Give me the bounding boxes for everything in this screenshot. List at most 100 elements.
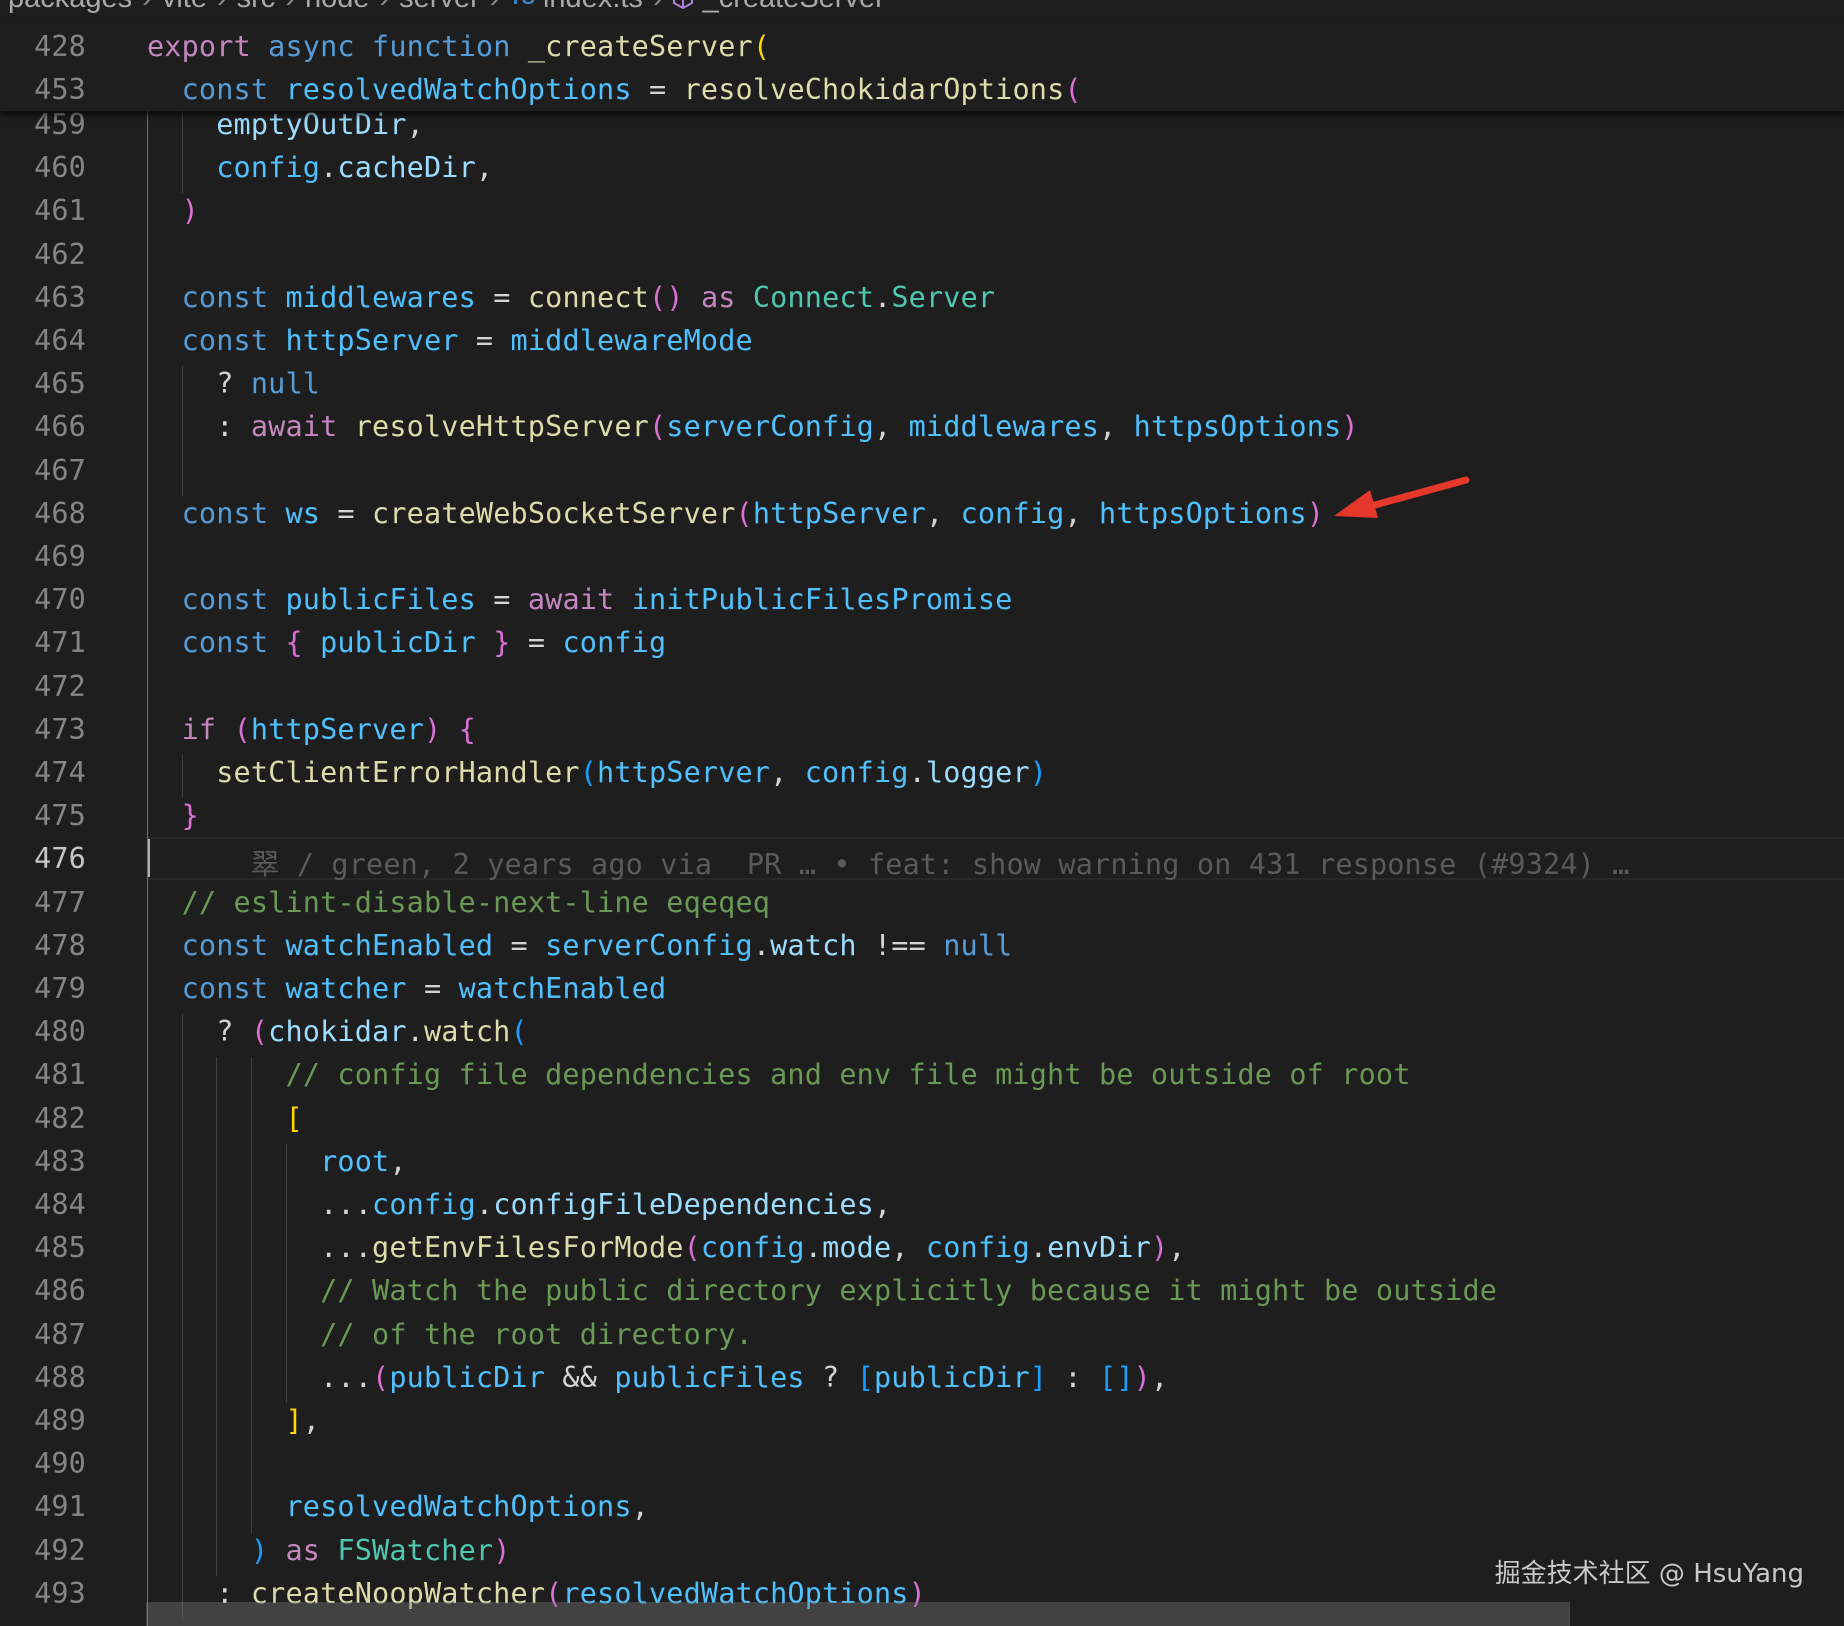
code-token: = bbox=[493, 928, 546, 962]
line-number[interactable]: 487 bbox=[0, 1318, 86, 1351]
line-number[interactable]: 472 bbox=[0, 670, 86, 703]
code-line[interactable]: 460 config.cacheDir, bbox=[0, 146, 1844, 189]
code-token: watch bbox=[770, 928, 857, 962]
code-line[interactable]: 490 bbox=[0, 1442, 1844, 1485]
line-number[interactable]: 474 bbox=[0, 756, 86, 789]
line-number[interactable]: 467 bbox=[0, 454, 86, 487]
line-number[interactable]: 484 bbox=[0, 1188, 86, 1221]
line-number[interactable]: 490 bbox=[0, 1447, 86, 1480]
line-number[interactable]: 466 bbox=[0, 410, 86, 443]
code-token: , bbox=[873, 1188, 892, 1221]
line-number[interactable]: 473 bbox=[0, 713, 86, 746]
code-line[interactable]: 483 root, bbox=[0, 1140, 1844, 1183]
line-number[interactable]: 476 bbox=[0, 842, 86, 875]
line-number[interactable]: 468 bbox=[0, 497, 86, 530]
code-token: serverConfig bbox=[666, 410, 874, 444]
code-token: // eslint-disable-next-line eqeqeq bbox=[181, 885, 771, 919]
code-line[interactable]: 478 const watchEnabled = serverConfig.wa… bbox=[0, 924, 1844, 967]
code-line[interactable]: 467 bbox=[0, 449, 1844, 492]
line-number[interactable]: 428 bbox=[0, 30, 86, 63]
code-token: !== bbox=[856, 928, 944, 962]
code-line[interactable]: 453 const resolvedWatchOptions = resolve… bbox=[0, 68, 1844, 111]
code-line[interactable]: 465 ? null bbox=[0, 362, 1844, 405]
code-line[interactable]: 488 ...(publicDir && publicFiles ? [publ… bbox=[0, 1356, 1844, 1399]
sticky-scroll-header[interactable]: 428 export async function _createServer(4… bbox=[0, 25, 1844, 111]
line-number[interactable]: 471 bbox=[0, 626, 86, 659]
code-line[interactable]: 485 ...getEnvFilesForMode(config.mode, c… bbox=[0, 1226, 1844, 1269]
code-token: async bbox=[268, 30, 355, 63]
line-number[interactable]: 488 bbox=[0, 1361, 86, 1394]
code-token: const bbox=[181, 280, 269, 314]
line-number[interactable]: 479 bbox=[0, 972, 86, 1005]
code-line[interactable]: 491 resolvedWatchOptions, bbox=[0, 1485, 1844, 1528]
line-number[interactable]: 461 bbox=[0, 194, 86, 227]
code-line[interactable]: 472 bbox=[0, 665, 1844, 708]
code-line-current[interactable]: 476 翠 / green, 2 years ago via PR … • fe… bbox=[0, 837, 1844, 881]
line-number[interactable]: 478 bbox=[0, 929, 86, 962]
code-line[interactable]: 480 ? (chokidar.watch( bbox=[0, 1010, 1844, 1053]
code-line[interactable]: 462 bbox=[0, 233, 1844, 276]
code-line[interactable]: 471 const { publicDir } = config bbox=[0, 621, 1844, 664]
code-line[interactable]: 469 bbox=[0, 535, 1844, 578]
line-number[interactable]: 464 bbox=[0, 324, 86, 357]
code-line[interactable]: 489 ], bbox=[0, 1399, 1844, 1442]
line-number[interactable]: 491 bbox=[0, 1490, 86, 1523]
code-line[interactable]: 477 // eslint-disable-next-line eqeqeq bbox=[0, 881, 1844, 924]
code-line[interactable]: 479 const watcher = watchEnabled bbox=[0, 967, 1844, 1010]
code-editor[interactable]: 459 emptyOutDir, 460 config.cacheDir, 461 … bbox=[0, 0, 1844, 1626]
line-number[interactable]: 477 bbox=[0, 886, 86, 919]
watermark: 掘金技术社区 @ HsuYang bbox=[1494, 1559, 1804, 1589]
line-number[interactable]: 482 bbox=[0, 1102, 86, 1135]
line-number[interactable]: 492 bbox=[0, 1534, 86, 1567]
code-token: { bbox=[458, 712, 476, 746]
code-line[interactable]: 468 const ws = createWebSocketServer(htt… bbox=[0, 492, 1844, 535]
code-token: initPublicFilesPromise bbox=[631, 583, 1013, 617]
line-number[interactable]: 481 bbox=[0, 1058, 86, 1091]
line-number[interactable]: 475 bbox=[0, 799, 86, 832]
code-line[interactable]: 466 : await resolveHttpServer(serverConf… bbox=[0, 405, 1844, 448]
line-number[interactable]: 489 bbox=[0, 1404, 86, 1437]
line-number[interactable]: 485 bbox=[0, 1231, 86, 1264]
code-token: root bbox=[320, 1144, 390, 1178]
code-token: : bbox=[1047, 1360, 1100, 1394]
code-line[interactable]: 482 [ bbox=[0, 1097, 1844, 1140]
code-token: = bbox=[475, 583, 528, 617]
code-line[interactable]: 428 export async function _createServer( bbox=[0, 25, 1844, 68]
line-number[interactable]: 470 bbox=[0, 583, 86, 616]
code-token: ( bbox=[752, 30, 771, 63]
code-line[interactable]: 473 if (httpServer) { bbox=[0, 708, 1844, 751]
code-token: httpsOptions bbox=[1133, 410, 1342, 444]
code-line[interactable]: 464 const httpServer = middlewareMode bbox=[0, 319, 1844, 362]
code-line[interactable]: 481 // config file dependencies and env … bbox=[0, 1053, 1844, 1096]
line-number[interactable]: 486 bbox=[0, 1274, 86, 1307]
code-token: && bbox=[545, 1360, 615, 1394]
code-text: // of the root directory. bbox=[147, 1318, 753, 1351]
line-number[interactable]: 493 bbox=[0, 1577, 86, 1610]
code-line[interactable]: 470 const publicFiles = await initPublic… bbox=[0, 578, 1844, 621]
code-line[interactable]: 461 ) bbox=[0, 189, 1844, 232]
code-line[interactable]: 486 // Watch the public directory explic… bbox=[0, 1269, 1844, 1312]
code-line[interactable]: 463 const middlewares = connect() as Con… bbox=[0, 276, 1844, 319]
code-line[interactable]: 484 ...config.configFileDependencies, bbox=[0, 1183, 1844, 1226]
line-number[interactable]: 459 bbox=[0, 108, 86, 141]
code-line[interactable]: 487 // of the root directory. bbox=[0, 1313, 1844, 1356]
horizontal-scrollbar[interactable] bbox=[146, 1602, 1570, 1626]
line-number[interactable]: 465 bbox=[0, 367, 86, 400]
code-line[interactable]: 474 setClientErrorHandler(httpServer, co… bbox=[0, 751, 1844, 794]
code-line[interactable]: 475 } bbox=[0, 794, 1844, 837]
line-number[interactable]: 460 bbox=[0, 151, 86, 184]
line-number[interactable]: 463 bbox=[0, 281, 86, 314]
line-number[interactable]: 462 bbox=[0, 238, 86, 271]
line-number[interactable]: 469 bbox=[0, 540, 86, 573]
line-number[interactable]: 480 bbox=[0, 1015, 86, 1048]
code-text: const watcher = watchEnabled bbox=[147, 972, 667, 1005]
code-token: ) bbox=[493, 1533, 511, 1567]
line-number[interactable]: 483 bbox=[0, 1145, 86, 1178]
line-number[interactable]: 453 bbox=[0, 73, 86, 106]
code-token: publicDir bbox=[874, 1360, 1030, 1394]
